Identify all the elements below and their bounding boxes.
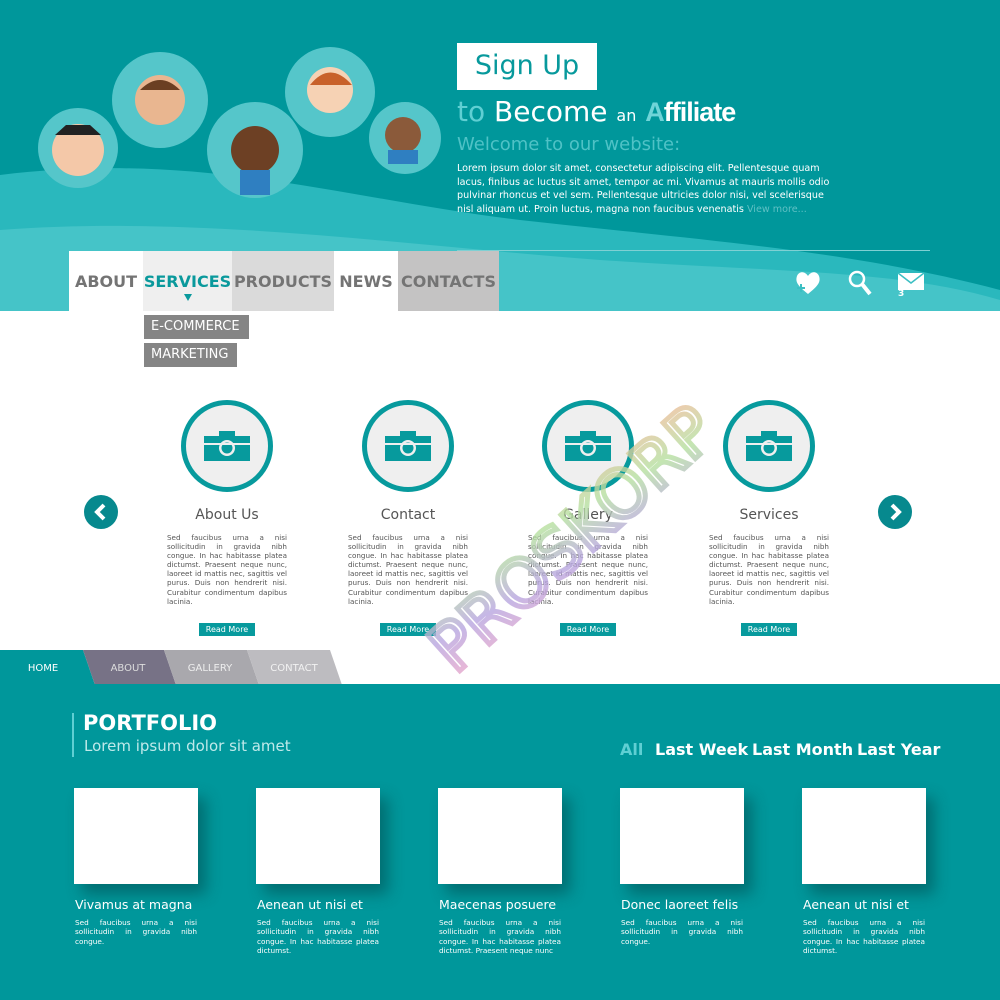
filter-last-month[interactable]: Last Month (752, 740, 853, 759)
chevron-right-icon (890, 503, 902, 521)
portfolio-item-title[interactable]: Vivamus at magna (75, 897, 215, 912)
headline-become: Become (494, 95, 608, 128)
mail-badge: 3 (898, 289, 904, 298)
read-more-button[interactable]: Read More (559, 622, 617, 636)
portfolio-thumbnail[interactable] (256, 788, 380, 884)
feature-icon-circle (542, 400, 634, 492)
feature-text: Sed faucibus urna a nisi sollicitudin in… (528, 533, 648, 606)
nav-about[interactable]: ABOUT (69, 251, 143, 311)
feature-title: Services (739, 507, 799, 523)
portfolio-thumbnail[interactable] (620, 788, 744, 884)
title-bar (72, 713, 74, 757)
feature-text: Sed faucibus urna a nisi sollicitudin in… (348, 533, 468, 606)
read-more-button[interactable]: Read More (379, 622, 437, 636)
dropdown-marketing[interactable]: MARKETING (144, 343, 237, 367)
affiliate-headline: to Become an Affiliate (457, 95, 736, 128)
portfolio-item-title[interactable]: Maecenas posuere (439, 897, 579, 912)
filter-last-year[interactable]: Last Year (857, 740, 940, 759)
feature-title: Contact (380, 507, 436, 523)
portfolio-item-title[interactable]: Aenean ut nisi et (803, 897, 943, 912)
portfolio-item-title[interactable]: Donec laoreet felis (621, 897, 761, 912)
tab-contact[interactable]: CONTACT (252, 651, 336, 685)
feature-icon-circle (362, 400, 454, 492)
welcome-heading: Welcome to our website: (457, 134, 681, 155)
headline-an: an (616, 106, 637, 125)
portfolio-item-text: Sed faucibus urna a nisi sollicitudin in… (439, 918, 561, 955)
feature-card: Contact Sed faucibus urna a nisi sollici… (333, 400, 483, 636)
feature-title: Gallery (563, 507, 613, 523)
nav-news[interactable]: NEWS (334, 251, 398, 311)
feature-card: Services Sed faucibus urna a nisi sollic… (694, 400, 844, 636)
portfolio-item-text: Sed faucibus urna a nisi sollicitudin in… (257, 918, 379, 955)
view-more-link[interactable]: View more... (747, 204, 807, 215)
portfolio-item-title[interactable]: Aenean ut nisi et (257, 897, 397, 912)
feature-card: About Us Sed faucibus urna a nisi sollic… (152, 400, 302, 636)
portfolio-subtitle: Lorem ipsum dolor sit amet (84, 737, 291, 755)
portfolio-item-text: Sed faucibus urna a nisi sollicitudin in… (803, 918, 925, 955)
portfolio-item-text: Sed faucibus urna a nisi sollicitudin in… (621, 918, 743, 946)
feature-title: About Us (195, 507, 259, 523)
dropdown-ecommerce[interactable]: E-COMMERCE (144, 315, 249, 339)
tab-about[interactable]: ABOUT (86, 651, 170, 685)
heart-add-icon[interactable] (793, 268, 823, 298)
hero-description: Lorem ipsum dolor sit amet, consectetur … (457, 163, 830, 215)
camera-icon (204, 431, 250, 461)
tab-home[interactable]: HOME (0, 651, 86, 685)
nav-contacts[interactable]: CONTACTS (398, 251, 499, 311)
headline-affiliate: Affiliate (645, 97, 736, 127)
divider (457, 250, 930, 251)
filter-last-week[interactable]: Last Week (655, 740, 748, 759)
feature-icon-circle (723, 400, 815, 492)
camera-icon (746, 431, 792, 461)
caret-down-icon (183, 294, 192, 301)
nav-products[interactable]: PRODUCTS (232, 251, 334, 311)
carousel-prev-button[interactable] (84, 495, 118, 529)
mail-icon[interactable]: 3 (896, 268, 926, 298)
portfolio-thumbnail[interactable] (74, 788, 198, 884)
read-more-button[interactable]: Read More (198, 622, 256, 636)
sign-up-button[interactable]: Sign Up (457, 43, 597, 90)
portfolio-item-text: Sed faucibus urna a nisi sollicitudin in… (75, 918, 197, 946)
tab-gallery[interactable]: GALLERY (168, 651, 252, 685)
camera-icon (565, 431, 611, 461)
nav-services[interactable]: SERVICES (143, 251, 232, 311)
portfolio-thumbnail[interactable] (802, 788, 926, 884)
search-icon[interactable] (845, 268, 875, 298)
headline-to: to (457, 95, 486, 128)
feature-card: Gallery Sed faucibus urna a nisi sollici… (513, 400, 663, 636)
chevron-left-icon (94, 503, 106, 521)
feature-text: Sed faucibus urna a nisi sollicitudin in… (167, 533, 287, 606)
portfolio-thumbnail[interactable] (438, 788, 562, 884)
carousel-next-button[interactable] (878, 495, 912, 529)
feature-text: Sed faucibus urna a nisi sollicitudin in… (709, 533, 829, 606)
feature-icon-circle (181, 400, 273, 492)
filter-all[interactable]: All (620, 740, 643, 759)
read-more-button[interactable]: Read More (740, 622, 798, 636)
main-nav: ABOUT SERVICES PRODUCTS NEWS CONTACTS (69, 251, 499, 311)
portfolio-title: PORTFOLIO (83, 711, 218, 735)
camera-icon (385, 431, 431, 461)
team-gears (38, 47, 441, 198)
